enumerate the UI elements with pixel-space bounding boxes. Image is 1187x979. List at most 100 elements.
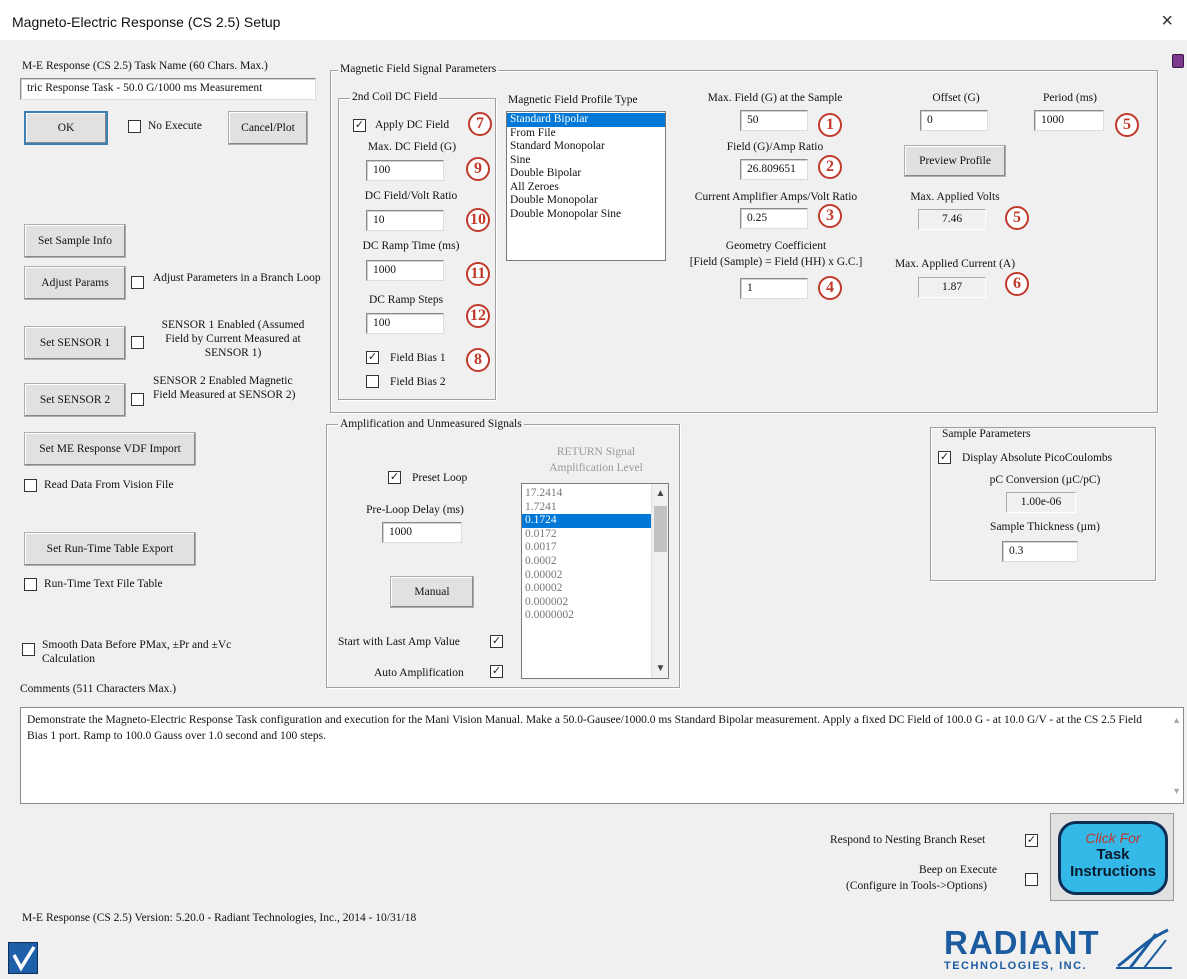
magnetic-field-group-title: Magnetic Field Signal Parameters: [338, 63, 499, 75]
read-vision-checkbox[interactable]: [24, 479, 37, 492]
sensor1-label: SENSOR 1 Enabled (Assumed Field by Curre…: [161, 319, 305, 359]
profile-option[interactable]: Double Monopolar Sine: [507, 208, 665, 222]
cur-amp-input[interactable]: 0.25: [740, 208, 808, 229]
scroll-down-icon[interactable]: ▼: [652, 663, 668, 674]
set-sample-info-button[interactable]: Set Sample Info: [24, 224, 126, 258]
amp-ratio-input[interactable]: 26.809651: [740, 159, 808, 180]
amp-level-option[interactable]: 0.0000002: [522, 609, 651, 623]
max-dc-input[interactable]: 100: [366, 160, 444, 181]
set-sensor2-button[interactable]: Set SENSOR 2: [24, 383, 126, 417]
field-bias1-checkbox[interactable]: ✓: [366, 351, 379, 364]
offset-input[interactable]: 0: [920, 110, 988, 131]
no-execute-label: No Execute: [148, 120, 202, 132]
thickness-input[interactable]: 0.3: [1002, 541, 1078, 562]
preloop-input[interactable]: 1000: [382, 522, 462, 543]
profile-option[interactable]: From File: [507, 127, 665, 141]
sensor1-checkbox[interactable]: [131, 336, 144, 349]
sensor2-checkbox[interactable]: [131, 393, 144, 406]
nesting-label: Respond to Nesting Branch Reset: [830, 834, 986, 846]
profile-option[interactable]: Sine: [507, 154, 665, 168]
scroll-thumb[interactable]: [654, 506, 667, 552]
max-field-input[interactable]: 50: [740, 110, 808, 131]
ramp-steps-label: DC Ramp Steps: [368, 294, 444, 306]
comments-label: Comments (511 Characters Max.): [20, 683, 177, 695]
period-label: Period (ms): [1043, 92, 1097, 104]
scroll-up-icon[interactable]: ▲: [652, 488, 668, 499]
window-title: Magneto-Electric Response (CS 2.5) Setup: [12, 14, 281, 30]
sample-group-title: Sample Parameters: [940, 428, 1033, 440]
task-instructions-button[interactable]: Click For Task Instructions: [1050, 813, 1174, 901]
amp-level-option[interactable]: 0.1724: [522, 514, 651, 528]
max-volts-label: Max. Applied Volts: [910, 191, 1000, 203]
auto-amp-checkbox[interactable]: ✓: [490, 665, 503, 678]
field-bias1-label: Field Bias 1: [390, 352, 446, 364]
amp-level-option[interactable]: 0.0017: [522, 541, 651, 555]
amp-level-option[interactable]: 0.0172: [522, 528, 651, 542]
start-last-label: Start with Last Amp Value: [338, 636, 460, 648]
comment-scroll-up-icon[interactable]: ▲: [1172, 712, 1181, 728]
period-input[interactable]: 1000: [1034, 110, 1104, 131]
runtime-text-checkbox[interactable]: [24, 578, 37, 591]
callout-10: 10: [466, 208, 490, 232]
callout-3: 3: [818, 204, 842, 228]
profile-option[interactable]: Double Bipolar: [507, 167, 665, 181]
profile-option[interactable]: Standard Monopolar: [507, 140, 665, 154]
callout-8: 8: [466, 348, 490, 372]
field-bias2-checkbox[interactable]: [366, 375, 379, 388]
amp-level-list[interactable]: 17.2414 1.7241 0.1724 0.0172 0.0017 0.0002 0.0…: [521, 483, 669, 679]
smooth-checkbox[interactable]: [22, 643, 35, 656]
start-last-checkbox[interactable]: ✓: [490, 635, 503, 648]
runtime-text-label: Run-Time Text File Table: [44, 578, 163, 590]
task-name-input[interactable]: tric Response Task - 50.0 G/1000 ms Meas…: [20, 78, 316, 100]
preset-loop-checkbox[interactable]: ✓: [388, 471, 401, 484]
ramp-time-input[interactable]: 1000: [366, 260, 444, 281]
profile-option[interactable]: All Zeroes: [507, 181, 665, 195]
version-text: M-E Response (CS 2.5) Version: 5.20.0 - …: [22, 912, 417, 924]
amp-level-option[interactable]: 0.000002: [522, 596, 651, 610]
set-sensor1-button[interactable]: Set SENSOR 1: [24, 326, 126, 360]
callout-6: 6: [1005, 272, 1029, 296]
runtime-export-button[interactable]: Set Run-Time Table Export: [24, 532, 196, 566]
volt-ratio-input[interactable]: 10: [366, 210, 444, 231]
comment-scroll-down-icon[interactable]: ▼: [1172, 783, 1181, 799]
adjust-loop-checkbox[interactable]: [131, 276, 144, 289]
no-execute-checkbox[interactable]: [128, 120, 141, 133]
profile-option[interactable]: Double Monopolar: [507, 194, 665, 208]
geometry-input[interactable]: 1: [740, 278, 808, 299]
task-line2: Instructions: [1070, 863, 1156, 880]
adjust-params-button[interactable]: Adjust Params: [24, 266, 126, 300]
cancel-plot-button[interactable]: Cancel/Plot: [228, 111, 308, 145]
volt-ratio-label: DC Field/Volt Ratio: [364, 190, 458, 202]
sensor2-label: SENSOR 2 Enabled Magnetic Field Measured…: [153, 375, 296, 401]
callout-12: 12: [466, 304, 490, 328]
logo-sub: TECHNOLOGIES, INC.: [944, 960, 1088, 972]
amp-level-option[interactable]: 0.00002: [522, 582, 651, 596]
amp-level-option[interactable]: 0.0002: [522, 555, 651, 569]
amp-level-option[interactable]: 0.00002: [522, 569, 651, 583]
preview-profile-button[interactable]: Preview Profile: [904, 145, 1006, 177]
nesting-checkbox[interactable]: ✓: [1025, 834, 1038, 847]
ramp-steps-input[interactable]: 100: [366, 313, 444, 334]
amp-scrollbar[interactable]: ▲ ▼: [651, 484, 668, 678]
ok-button[interactable]: OK: [24, 111, 108, 145]
plugin-icon[interactable]: [1172, 54, 1184, 68]
apply-dc-checkbox[interactable]: ✓: [353, 119, 366, 132]
beep-label: Beep on Execute: [919, 864, 997, 876]
beep-sub-label: (Configure in Tools->Options): [846, 880, 987, 892]
amp-level-option[interactable]: 17.2414: [522, 487, 651, 501]
close-icon[interactable]: ×: [1161, 10, 1173, 33]
comments-textarea[interactable]: Demonstrate the Magneto-Electric Respons…: [20, 707, 1184, 804]
vdf-import-button[interactable]: Set ME Response VDF Import: [24, 432, 196, 466]
display-abs-checkbox[interactable]: ✓: [938, 451, 951, 464]
max-current-value: 1.87: [918, 277, 986, 298]
read-vision-label: Read Data From Vision File: [44, 479, 174, 491]
vision-app-icon: [8, 942, 38, 974]
max-current-label: Max. Applied Current (A): [894, 258, 1016, 270]
profile-type-label: Magnetic Field Profile Type: [508, 94, 638, 106]
profile-type-list[interactable]: Standard Bipolar From File Standard Monopo…: [506, 111, 666, 261]
profile-option[interactable]: Standard Bipolar: [507, 113, 665, 127]
amp-level-option[interactable]: 1.7241: [522, 501, 651, 515]
manual-button[interactable]: Manual: [390, 576, 474, 608]
beep-checkbox[interactable]: [1025, 873, 1038, 886]
geometry-formula: [Field (Sample) = Field (HH) x G.C.]: [689, 256, 863, 268]
